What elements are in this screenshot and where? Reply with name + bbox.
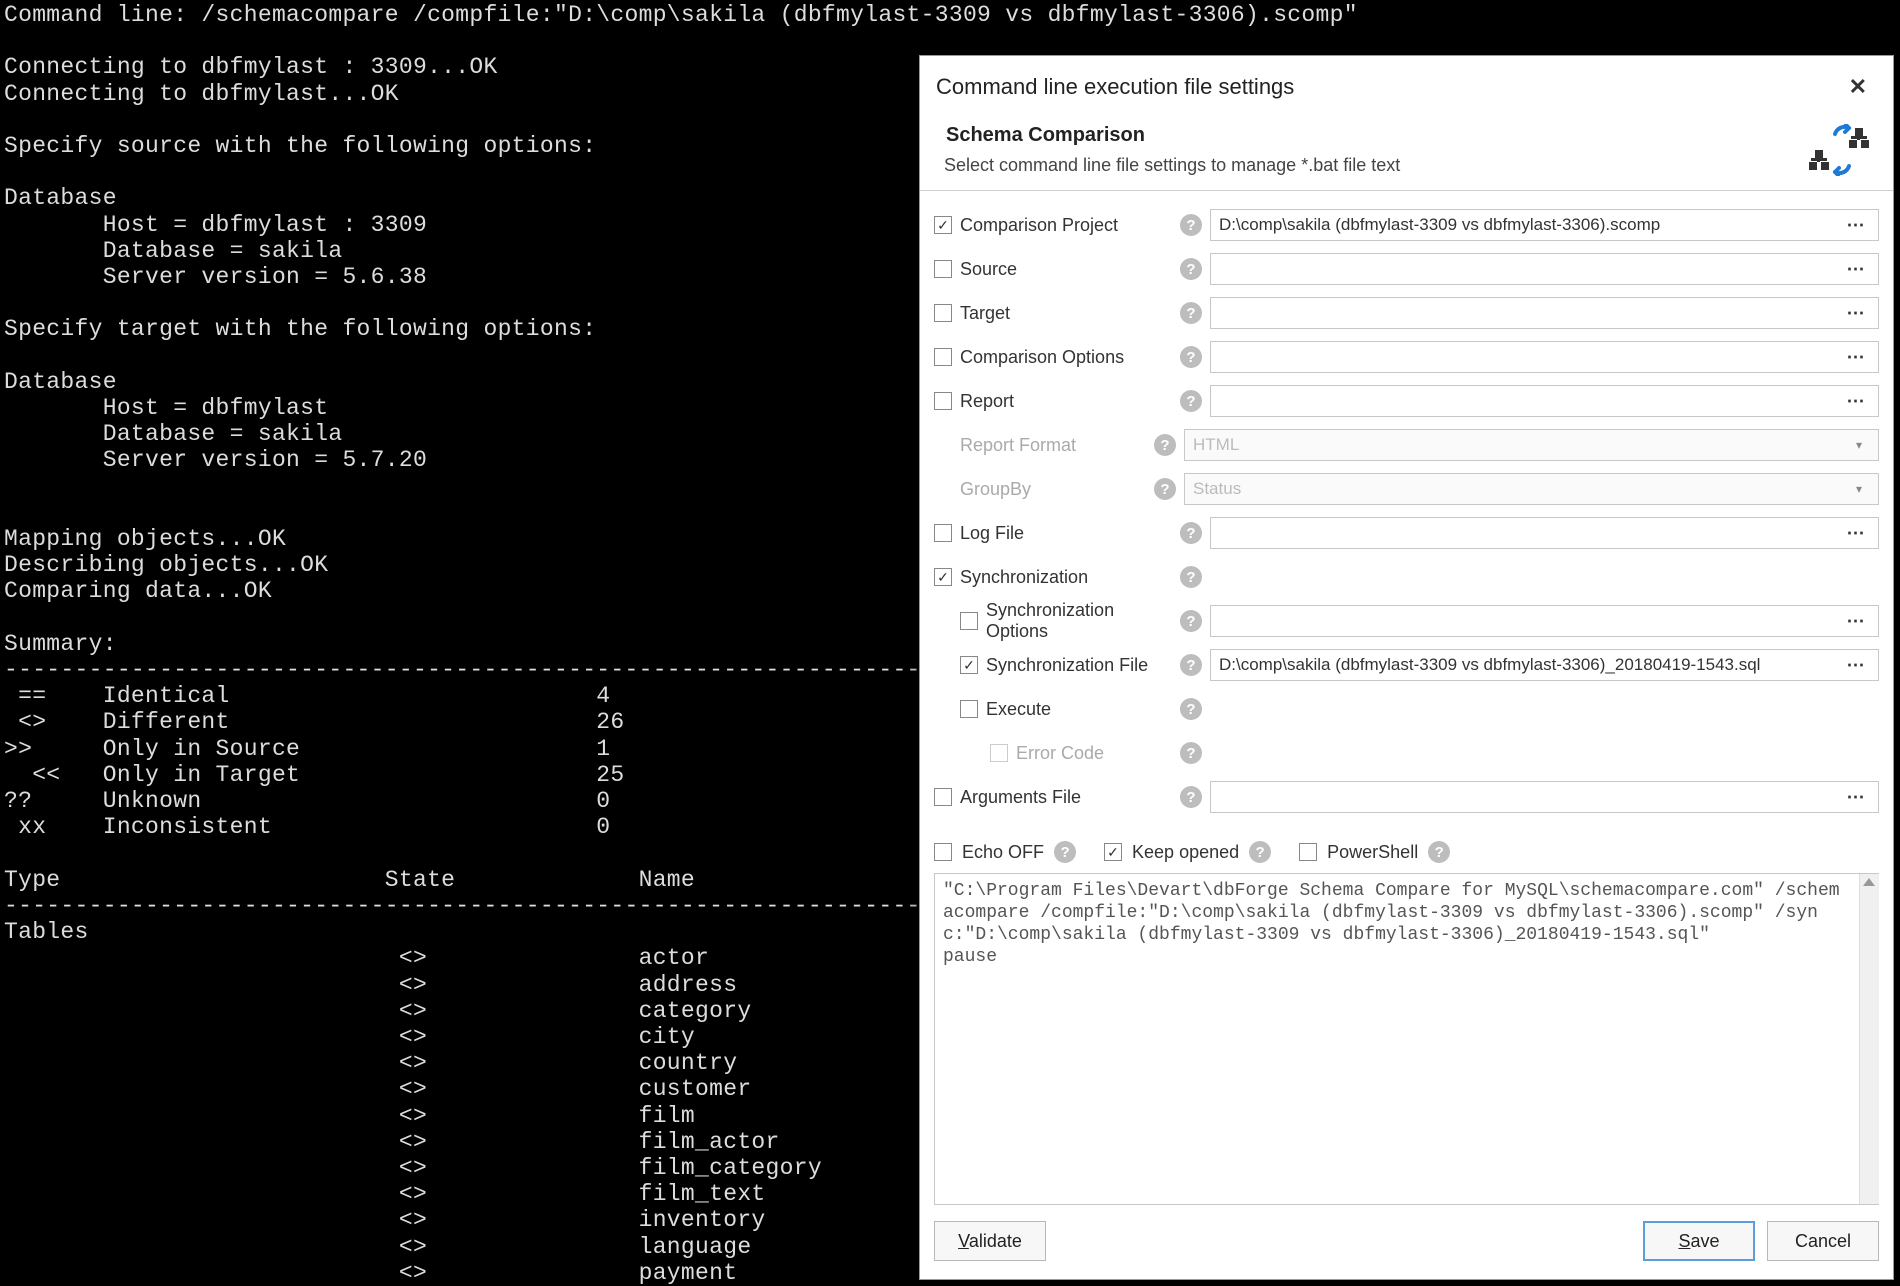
browse-icon[interactable]: ⋯ [1842,523,1870,544]
checkbox-log-file[interactable] [934,524,952,542]
chevron-down-icon: ▾ [1848,438,1870,452]
select-groupby[interactable]: Status ▾ [1184,473,1879,505]
label-log-file: Log File [960,523,1172,544]
checkbox-comparison-project[interactable] [934,216,952,234]
chevron-down-icon: ▾ [1848,482,1870,496]
input-sync-options[interactable]: ⋯ [1210,605,1879,637]
help-icon[interactable]: ? [1154,434,1176,456]
label-source: Source [960,259,1172,280]
input-comparison-project[interactable]: D:\comp\sakila (dbfmylast-3309 vs dbfmyl… [1210,209,1879,241]
help-icon[interactable]: ? [1180,698,1202,720]
checkbox-target[interactable] [934,304,952,322]
label-arguments-file: Arguments File [960,787,1172,808]
help-icon[interactable]: ? [1180,786,1202,808]
checkbox-comparison-options[interactable] [934,348,952,366]
save-button[interactable]: Save [1643,1221,1755,1261]
help-icon[interactable]: ? [1180,302,1202,324]
select-report-format[interactable]: HTML ▾ [1184,429,1879,461]
checkbox-synchronization[interactable] [934,568,952,586]
validate-button[interactable]: Validate [934,1221,1046,1261]
help-icon[interactable]: ? [1180,742,1202,764]
checkbox-echo-off[interactable] [934,843,952,861]
help-icon[interactable]: ? [1054,841,1076,863]
help-icon[interactable]: ? [1180,258,1202,280]
dialog-title: Command line execution file settings [936,74,1294,100]
browse-icon[interactable]: ⋯ [1842,347,1870,368]
browse-icon[interactable]: ⋯ [1842,259,1870,280]
label-report: Report [960,391,1172,412]
help-icon[interactable]: ? [1180,610,1202,632]
checkbox-execute[interactable] [960,700,978,718]
help-icon[interactable]: ? [1180,566,1202,588]
checkbox-error-code [990,744,1008,762]
checkbox-source[interactable] [934,260,952,278]
checkbox-arguments-file[interactable] [934,788,952,806]
label-groupby: GroupBy [960,479,1146,500]
label-comparison-options: Comparison Options [960,347,1172,368]
scrollbar[interactable] [1859,874,1879,1204]
checkbox-keep-opened[interactable] [1104,843,1122,861]
browse-icon[interactable]: ⋯ [1842,303,1870,324]
browse-icon[interactable]: ⋯ [1842,655,1870,676]
input-source[interactable]: ⋯ [1210,253,1879,285]
command-preview[interactable]: "C:\Program Files\Devart\dbForge Schema … [934,873,1879,1205]
section-title: Schema Comparison [946,124,1400,147]
label-execute: Execute [986,699,1172,720]
input-comparison-options[interactable]: ⋯ [1210,341,1879,373]
browse-icon[interactable]: ⋯ [1842,787,1870,808]
input-sync-file[interactable]: D:\comp\sakila (dbfmylast-3309 vs dbfmyl… [1210,649,1879,681]
schema-compare-icon [1809,124,1873,176]
checkbox-sync-options[interactable] [960,612,978,630]
input-report[interactable]: ⋯ [1210,385,1879,417]
label-powershell: PowerShell [1327,842,1418,863]
help-icon[interactable]: ? [1180,390,1202,412]
help-icon[interactable]: ? [1249,841,1271,863]
help-icon[interactable]: ? [1180,346,1202,368]
input-target[interactable]: ⋯ [1210,297,1879,329]
help-icon[interactable]: ? [1180,522,1202,544]
checkbox-sync-file[interactable] [960,656,978,674]
checkbox-powershell[interactable] [1299,843,1317,861]
label-report-format: Report Format [960,435,1146,456]
browse-icon[interactable]: ⋯ [1842,611,1870,632]
browse-icon[interactable]: ⋯ [1842,391,1870,412]
label-comparison-project: Comparison Project [960,215,1172,236]
section-subtitle: Select command line file settings to man… [944,155,1400,176]
label-echo-off: Echo OFF [962,842,1044,863]
input-log-file[interactable]: ⋯ [1210,517,1879,549]
browse-icon[interactable]: ⋯ [1842,215,1870,236]
help-icon[interactable]: ? [1154,478,1176,500]
label-sync-options: Synchronization Options [986,600,1172,642]
label-keep-opened: Keep opened [1132,842,1239,863]
close-icon[interactable]: ✕ [1843,74,1873,100]
label-sync-file: Synchronization File [986,655,1172,676]
help-icon[interactable]: ? [1180,214,1202,236]
cancel-button[interactable]: Cancel [1767,1221,1879,1261]
checkbox-report[interactable] [934,392,952,410]
help-icon[interactable]: ? [1180,654,1202,676]
label-target: Target [960,303,1172,324]
help-icon[interactable]: ? [1428,841,1450,863]
settings-dialog: Command line execution file settings ✕ S… [919,55,1894,1280]
input-arguments-file[interactable]: ⋯ [1210,781,1879,813]
label-synchronization: Synchronization [960,567,1172,588]
label-error-code: Error Code [1016,743,1172,764]
